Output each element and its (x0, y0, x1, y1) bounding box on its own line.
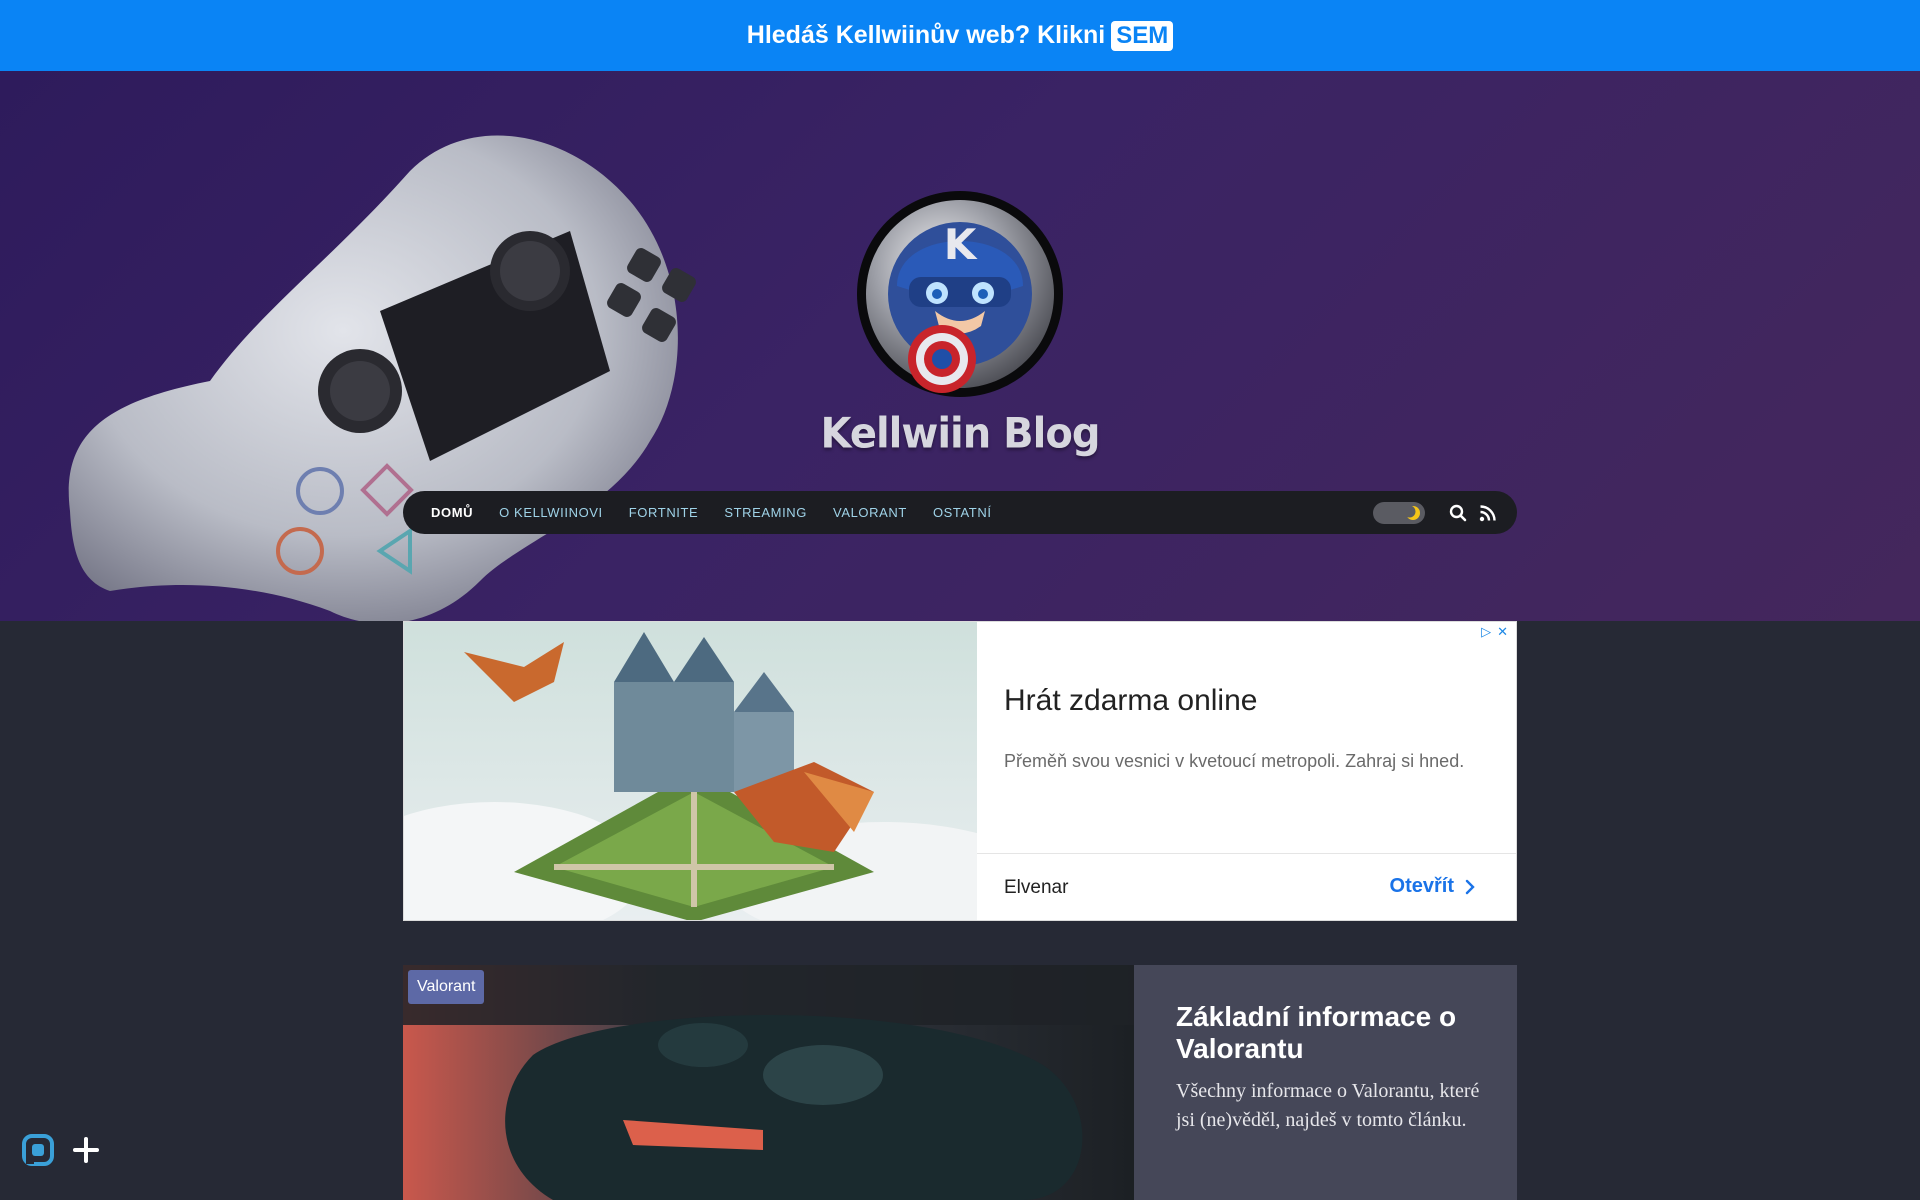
rss-icon[interactable] (1479, 504, 1497, 522)
close-icon[interactable]: ✕ (1497, 624, 1508, 640)
nav-item-about[interactable]: O KELLWIINOVI (499, 505, 603, 520)
main-nav: DOMŮ O KELLWIINOVI FORTNITE STREAMING VA… (403, 491, 1517, 534)
moon-icon (1405, 505, 1420, 520)
ad-brand[interactable]: Elvenar (1004, 877, 1068, 899)
top-banner[interactable]: Hledáš Kellwiinův web? Klikni SEM (0, 0, 1920, 71)
nav-item-other[interactable]: OSTATNÍ (933, 505, 992, 520)
hero-header: K Kellwiin Blog DOMŮ O KELLWIINOVI FORTN… (0, 71, 1920, 621)
app-logo-icon[interactable] (20, 1132, 56, 1168)
nav-item-valorant[interactable]: VALORANT (833, 505, 907, 520)
dark-mode-toggle[interactable] (1373, 501, 1425, 524)
article-body: Základní informace o Valorantu Všechny i… (1134, 965, 1517, 1200)
ad-title[interactable]: Hrát zdarma online (1004, 684, 1257, 718)
advertisement[interactable]: ▷ ✕ Hrát zdarma online Přeměň svou vesni… (403, 621, 1517, 921)
article-card[interactable]: Valorant Základní informace o Valorantu … (403, 965, 1517, 1200)
ad-divider (977, 853, 1516, 854)
category-tag[interactable]: Valorant (408, 970, 485, 1004)
ad-open-button[interactable]: Otevřít (1390, 875, 1480, 898)
adchoices-icon[interactable]: ▷ (1481, 624, 1491, 640)
banner-link[interactable]: SEM (1111, 20, 1174, 51)
avatar-letter: K (944, 220, 978, 269)
ad-open-label: Otevřít (1389, 875, 1454, 897)
chevron-right-icon (1465, 879, 1475, 894)
blog-avatar[interactable]: K (857, 191, 1063, 397)
article-image[interactable] (403, 965, 1134, 1200)
article-excerpt: Všechny informace o Valorantu, které jsi… (1176, 1080, 1480, 1131)
ad-description: Přeměň svou vesnici v kvetoucí metropoli… (1004, 751, 1465, 771)
floating-widget (20, 1128, 120, 1172)
banner-text: Hledáš Kellwiinův web? Klikni (746, 21, 1106, 49)
article-title[interactable]: Základní informace o Valorantu (1176, 1001, 1496, 1065)
nav-item-fortnite[interactable]: FORTNITE (629, 505, 699, 520)
nav-item-home[interactable]: DOMŮ (431, 505, 473, 520)
search-icon[interactable] (1449, 504, 1467, 522)
nav-item-streaming[interactable]: STREAMING (724, 505, 807, 520)
nav-items: DOMŮ O KELLWIINOVI FORTNITE STREAMING VA… (431, 505, 1018, 520)
nav-actions (1373, 501, 1497, 524)
gamepad-illustration (68, 135, 696, 621)
ad-image[interactable] (404, 622, 977, 920)
blog-title[interactable]: Kellwiin Blog (0, 410, 1920, 458)
plus-icon[interactable] (68, 1132, 104, 1168)
ad-badges: ▷ ✕ (1475, 624, 1508, 640)
